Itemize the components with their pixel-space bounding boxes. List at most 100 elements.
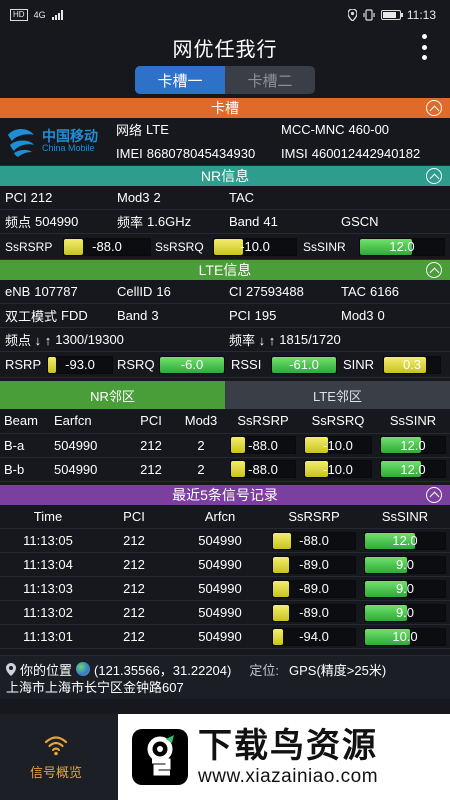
lte-rsrq-label: RSRQ (117, 357, 155, 372)
status-time: 11:13 (406, 8, 436, 22)
section-header-nr[interactable]: NR信息 (0, 166, 450, 186)
lte-rssi-gauge: -61.0 (271, 355, 337, 374)
tab-nr-neighbor[interactable]: NR邻区 (0, 381, 225, 409)
sim-tabs: 卡槽一 卡槽二 (0, 64, 450, 96)
lte-ci: CI 27593488 (229, 284, 304, 299)
signal-icon (51, 10, 63, 20)
col-pci: PCI (96, 504, 172, 529)
battery-icon (380, 10, 403, 20)
location-panel: 你的位置 (121.35566，31.22204) 定位: GPS(精度>25米… (0, 655, 450, 699)
collapse-icon[interactable] (426, 100, 442, 116)
lte-freq: 频率 ↓ ↑ 1815/1720 (229, 332, 341, 348)
rsrq-gauge: -10.0 (304, 460, 372, 478)
carrier-name-en: China Mobile (42, 143, 95, 154)
col-mod3: Mod3 (176, 409, 226, 434)
nr-freq: 频率 1.6GHz (117, 214, 192, 230)
sinr-gauge: 9.0 (364, 603, 446, 622)
location-address: 上海市上海市长宁区金钟路607 (6, 680, 184, 695)
nr-ssrsrq-label: SsRSRQ (155, 239, 204, 254)
rsrp-gauge: -88.0 (230, 460, 296, 478)
collapse-icon[interactable] (426, 168, 442, 184)
lte-band: Band 3 (117, 308, 159, 323)
rsrq-gauge: -10.0 (304, 436, 372, 454)
col-earfcn: Earfcn (50, 409, 126, 434)
rsrp-gauge: -88.0 (272, 531, 356, 550)
network-type: 4G (33, 10, 46, 20)
section-header-sim[interactable]: 卡槽 (0, 98, 450, 118)
neighbor-header-row: Beam Earfcn PCI Mod3 SsRSRP SsRSRQ SsSIN… (0, 409, 450, 434)
nr-sssinr-gauge: 12.0 (359, 237, 445, 256)
wifi-icon (44, 735, 68, 755)
tab-sim2[interactable]: 卡槽二 (225, 66, 315, 94)
tab-sim1[interactable]: 卡槽一 (135, 66, 225, 94)
imei-field: IMEI 868078045434930 (116, 146, 256, 161)
nav-signal-overview-label: 信号概览 (29, 764, 82, 780)
lte-row-3: 频点 ↓ ↑ 1300/19300 频率 ↓ ↑ 1815/1720 (0, 328, 450, 352)
col-arfcn: Arfcn (172, 504, 268, 529)
sinr-gauge: 9.0 (364, 579, 446, 598)
col-beam: Beam (0, 409, 50, 434)
more-menu-icon[interactable] (422, 34, 428, 60)
rsrp-gauge: -89.0 (272, 579, 356, 598)
app-bar: 网优任我行 (0, 30, 450, 64)
collapse-icon[interactable] (426, 262, 442, 278)
watermark-banner: 下载鸟资源 www.xiazainiao.com (118, 714, 450, 800)
location-coords: (121.35566，31.22204) (94, 662, 232, 678)
watermark-brand: 下载鸟资源 (198, 726, 378, 765)
rsrp-gauge: -94.0 (272, 627, 356, 646)
nav-signal-overview[interactable]: 信号概览 (0, 714, 112, 800)
section-title-sim: 卡槽 (211, 100, 239, 116)
lte-cellid: CellID 16 (117, 284, 171, 299)
rsrp-gauge: -89.0 (272, 555, 356, 574)
col-time: Time (0, 504, 96, 529)
history-header-row: Time PCI Arfcn SsRSRP SsSINR (0, 504, 450, 529)
nr-pci: PCI 212 (5, 190, 53, 205)
positioning-label: 定位: (249, 662, 279, 678)
watermark-url: www.xiazainiao.com (198, 765, 379, 787)
bird-logo-icon (132, 729, 188, 785)
section-header-lte[interactable]: LTE信息 (0, 260, 450, 280)
rsrp-gauge: -89.0 (272, 603, 356, 622)
table-row: 11:13:01 212 504990 -94.0 10.0 (0, 624, 450, 649)
lte-rsrq-gauge: -6.0 (159, 355, 225, 374)
nr-band: Band 41 (229, 214, 278, 229)
sinr-gauge: 9.0 (364, 555, 446, 574)
section-header-history[interactable]: 最近5条信号记录 (0, 484, 450, 505)
table-row: 11:13:03 212 504990 -89.0 9.0 (0, 576, 450, 601)
china-mobile-logo: 中国移动 China Mobile (0, 122, 116, 162)
collapse-icon[interactable] (426, 486, 442, 503)
col-sssinr: SsSINR (376, 409, 450, 434)
section-title-nr: NR信息 (200, 168, 250, 184)
table-row: 11:13:04 212 504990 -89.0 9.0 (0, 552, 450, 577)
nr-tac: TAC (229, 190, 255, 205)
hd-badge: HD (10, 9, 28, 21)
status-bar: HD 4G 11:13 (0, 0, 450, 30)
table-row: 11:13:05 212 504990 -88.0 12.0 (0, 528, 450, 553)
lte-sinr-gauge: 0.3 (383, 355, 441, 374)
lte-row-1: eNB 107787 CellID 16 CI 27593488 TAC 6166 (0, 280, 450, 304)
col-ssrsrq: SsRSRQ (300, 409, 376, 434)
col-ssrsrp: SsRSRP (226, 409, 300, 434)
lte-mode: 双工模式 FDD (5, 308, 88, 324)
nr-row-1: PCI 212 Mod3 2 TAC (0, 186, 450, 210)
lte-tac: TAC 6166 (341, 284, 399, 299)
nr-freqpt: 频点 504990 (5, 214, 79, 230)
lte-rsrp-gauge: -93.0 (47, 355, 113, 374)
neighbor-table: Beam Earfcn PCI Mod3 SsRSRP SsRSRQ SsSIN… (0, 409, 450, 482)
rsrp-gauge: -88.0 (230, 436, 296, 454)
imsi-field: IMSI 460012442940182 (281, 146, 421, 161)
lte-row-2: 双工模式 FDD Band 3 PCI 195 Mod3 0 (0, 304, 450, 328)
history-table: Time PCI Arfcn SsRSRP SsSINR 11:13:05 212… (0, 504, 450, 649)
nr-gscn: GSCN (341, 214, 379, 229)
lte-rssi-label: RSSI (231, 357, 262, 372)
nr-ssrsrp-gauge: -88.0 (63, 237, 151, 256)
table-row: 11:13:02 212 504990 -89.0 9.0 (0, 600, 450, 625)
section-title-history: 最近5条信号记录 (172, 486, 278, 503)
lte-freqpt: 频点 ↓ ↑ 1300/19300 (5, 332, 124, 348)
location-icon (347, 9, 357, 21)
neighbor-tabs: NR邻区 LTE邻区 (0, 381, 450, 409)
sinr-gauge: 12.0 (380, 436, 446, 454)
positioning-value: GPS(精度>25米) (288, 662, 387, 678)
lte-enb: eNB 107787 (5, 284, 78, 299)
tab-lte-neighbor[interactable]: LTE邻区 (225, 381, 450, 409)
